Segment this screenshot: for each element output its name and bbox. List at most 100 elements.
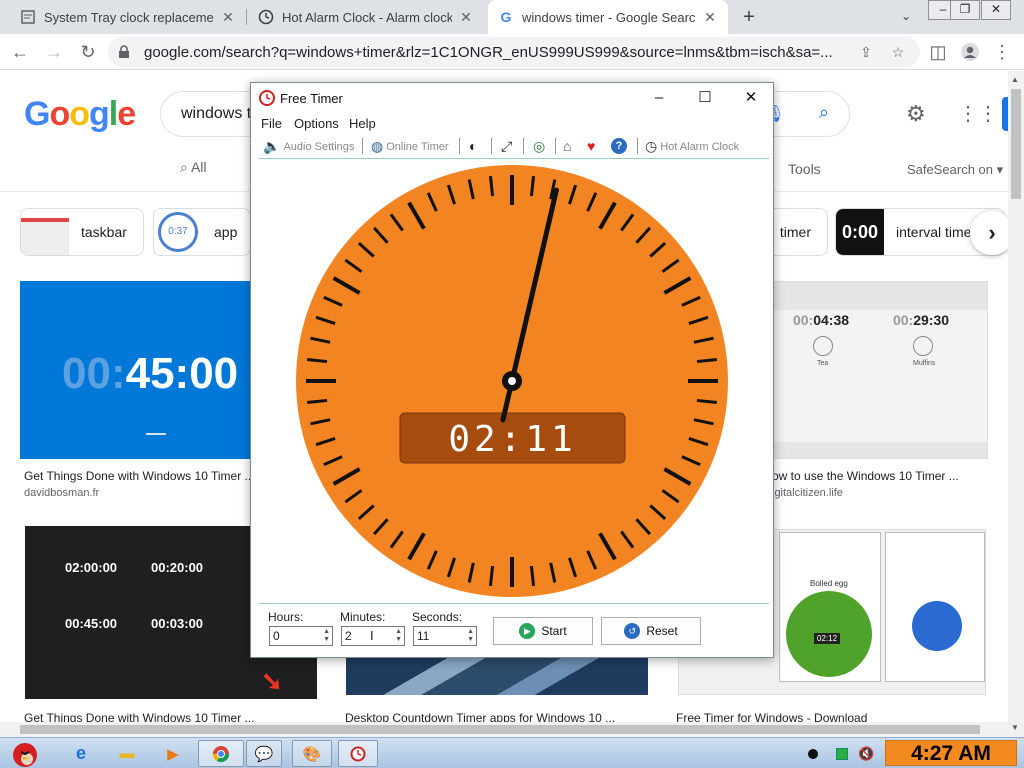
- forward-arrow-icon[interactable]: →: [40, 38, 68, 66]
- close-window-button[interactable]: ✕: [981, 0, 1011, 20]
- back-arrow-icon[interactable]: ←: [6, 38, 34, 66]
- share-icon[interactable]: ⇪: [856, 44, 876, 61]
- help-button[interactable]: ?: [611, 138, 630, 154]
- tab-divider: [246, 9, 247, 25]
- clock-area: 02:11: [251, 161, 773, 601]
- page-scrollbar[interactable]: ▲ ▼: [1008, 71, 1024, 738]
- title-bar[interactable]: Free Timer – ☐ ✕: [251, 83, 773, 113]
- start-button[interactable]: [2, 740, 48, 767]
- tab-title: windows timer - Google Search: [522, 9, 696, 25]
- close-icon[interactable]: ✕: [702, 9, 718, 26]
- clock-tick: [488, 565, 495, 587]
- online-timer-button[interactable]: ◍ Online Timer: [371, 138, 449, 155]
- badge-ring: 0:37: [158, 212, 198, 252]
- google-logo[interactable]: Google: [24, 95, 136, 134]
- battery-icon[interactable]: [836, 747, 848, 760]
- start-button[interactable]: ▶ Start: [493, 617, 593, 645]
- result-source[interactable]: igitalcitizen.life: [772, 487, 988, 499]
- result-image-2[interactable]: 00:04:38 00:29:30 Tea Muffins: [772, 281, 988, 459]
- tools-button[interactable]: Tools: [788, 161, 821, 177]
- tab-system-tray[interactable]: System Tray clock replacement ✕: [10, 0, 246, 34]
- donate-button[interactable]: ♥: [587, 138, 598, 154]
- chip-taskbar[interactable]: taskbar: [20, 208, 144, 256]
- close-button[interactable]: ✕: [739, 87, 763, 109]
- kebab-menu-icon[interactable]: ⋮: [988, 38, 1016, 66]
- profile-avatar-icon[interactable]: [956, 38, 984, 66]
- restore-button[interactable]: ❐: [950, 0, 980, 20]
- web-button[interactable]: ◎: [533, 138, 548, 155]
- mini-window-1: Boiled egg 02:12: [779, 532, 881, 682]
- side-panel-icon[interactable]: ◫: [924, 38, 952, 66]
- star-icon[interactable]: ☆: [888, 44, 908, 61]
- display-main: 45:00: [125, 349, 239, 398]
- hand-hub-center: [508, 377, 516, 385]
- search-nav-all[interactable]: ⌕ All: [180, 159, 207, 176]
- paint-icon[interactable]: 🎨: [292, 740, 332, 767]
- chip-label: timer: [779, 224, 811, 240]
- timer-1: 02:00:00: [65, 560, 118, 575]
- hot-alarm-clock-button[interactable]: ◷ Hot Alarm Clock: [645, 138, 739, 155]
- scroll-down-icon[interactable]: ▼: [1011, 723, 1019, 732]
- clock-icon: ◷: [645, 138, 658, 154]
- menu-help[interactable]: Help: [349, 116, 376, 131]
- chrome-icon[interactable]: [198, 740, 244, 767]
- theme-toggle-button[interactable]: ◐: [469, 138, 480, 154]
- address-bar[interactable]: google.com/search?q=windows+timer&rlz=1C…: [108, 37, 920, 67]
- result-source[interactable]: davidbosman.fr: [24, 487, 250, 499]
- reset-icon: ↺: [624, 623, 641, 639]
- free-timer-window: Free Timer – ☐ ✕ File Options Help 🔈 Audi…: [250, 82, 774, 658]
- internet-explorer-icon[interactable]: e: [66, 740, 96, 767]
- chat-icon[interactable]: 💬: [246, 740, 282, 767]
- reset-button[interactable]: ↺ Reset: [601, 617, 701, 645]
- audio-settings-button[interactable]: 🔈 Audio Settings: [263, 138, 354, 155]
- red-arrow-icon: ➘: [261, 666, 283, 696]
- free-timer-taskbar-icon[interactable]: [338, 740, 378, 767]
- stepper-arrows-icon[interactable]: ▲ ▼: [395, 628, 402, 644]
- reload-icon[interactable]: ↻: [74, 38, 102, 66]
- gear-icon[interactable]: ⚙: [906, 101, 926, 127]
- menu-file[interactable]: File: [261, 116, 282, 131]
- record-dot-icon[interactable]: [808, 748, 818, 759]
- close-icon[interactable]: ✕: [458, 9, 474, 26]
- media-player-icon[interactable]: ▶: [158, 740, 188, 767]
- chevron-right-icon[interactable]: ›: [970, 211, 1010, 255]
- scroll-up-icon[interactable]: ▲: [1011, 75, 1019, 84]
- new-tab-button[interactable]: +: [736, 4, 762, 30]
- mini-blue-dial: [912, 601, 962, 651]
- maximize-button[interactable]: ☐: [693, 87, 717, 109]
- taskbar-clock[interactable]: 4:27 AM: [885, 740, 1017, 766]
- tab-google-search[interactable]: G windows timer - Google Search ✕: [488, 0, 728, 34]
- menu-options[interactable]: Options: [294, 116, 339, 131]
- result-caption[interactable]: ow to use the Windows 10 Timer ...: [772, 469, 988, 483]
- display-underline: [146, 433, 166, 435]
- seconds-stepper[interactable]: 11 ▲ ▼: [413, 626, 477, 646]
- folder-icon[interactable]: ▬: [112, 740, 142, 767]
- timer-b: 00:29:30: [893, 312, 950, 328]
- safesearch-toggle[interactable]: SafeSearch on ▾: [907, 162, 1003, 178]
- system-tray: 🔇: [808, 740, 874, 767]
- scroll-thumb[interactable]: [1011, 89, 1021, 199]
- lock-icon: [118, 45, 132, 59]
- stepper-arrows-icon[interactable]: ▲ ▼: [323, 628, 330, 644]
- chip-app[interactable]: 0:37 app: [153, 208, 251, 256]
- play-icon: ▶: [519, 623, 536, 639]
- fullscreen-button[interactable]: ⤢: [501, 138, 515, 155]
- horizontal-scrollbar[interactable]: [0, 722, 1008, 737]
- hours-stepper[interactable]: 0 ▲ ▼: [269, 626, 333, 646]
- stepper-arrows-icon[interactable]: ▲ ▼: [467, 628, 474, 644]
- home-button[interactable]: ⌂: [563, 138, 574, 154]
- result-image-1[interactable]: 00:45:00: [20, 281, 250, 459]
- chip-thumbnail: 0:00: [836, 209, 884, 255]
- close-icon[interactable]: ✕: [220, 9, 236, 26]
- timer-2: 00:20:00: [151, 560, 204, 575]
- search-icon[interactable]: ⌕: [819, 102, 829, 123]
- browser-toolbar: ← → ↻ google.com/search?q=windows+timer&…: [0, 34, 1024, 70]
- minimize-button[interactable]: –: [647, 87, 671, 109]
- result-caption[interactable]: Get Things Done with Windows 10 Timer ..…: [24, 469, 250, 483]
- volume-muted-icon[interactable]: 🔇: [858, 746, 874, 762]
- chip-label: taskbar: [81, 224, 127, 240]
- chevron-down-icon[interactable]: ⌄: [896, 6, 916, 26]
- scroll-thumb[interactable]: [20, 725, 980, 734]
- minutes-stepper[interactable]: 2 I ▲ ▼: [341, 626, 405, 646]
- tab-hot-alarm-clock[interactable]: Hot Alarm Clock - Alarm clock ✕: [248, 0, 484, 34]
